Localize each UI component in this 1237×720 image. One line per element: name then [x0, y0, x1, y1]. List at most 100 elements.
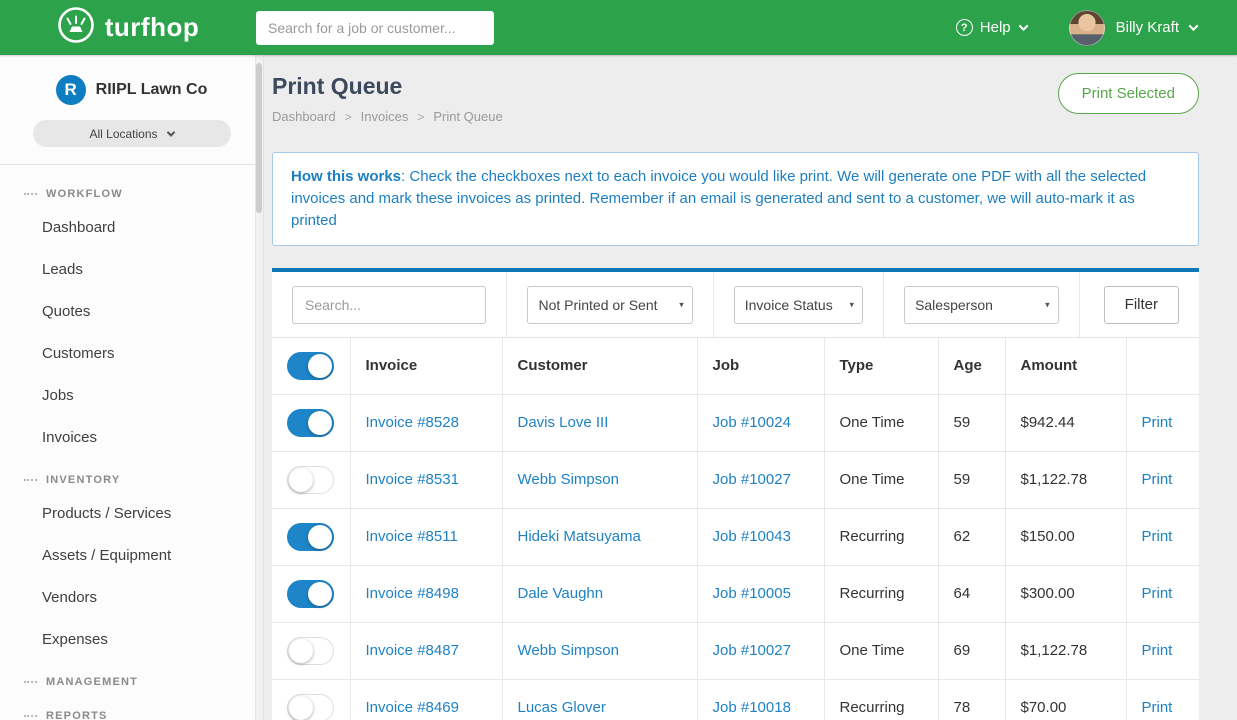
print-cell: Print: [1126, 451, 1199, 508]
row-select-cell: [272, 451, 350, 508]
job-link[interactable]: Job #10005: [713, 585, 791, 602]
customer-link[interactable]: Hideki Matsuyama: [518, 528, 641, 545]
select-value: Invoice Status: [745, 297, 833, 313]
section-dash-icon: [24, 681, 37, 683]
invoice-link[interactable]: Invoice #8498: [366, 585, 459, 602]
avatar[interactable]: [1069, 10, 1105, 46]
help-menu[interactable]: ? Help: [956, 19, 1027, 36]
info-title: How this works: [291, 168, 401, 185]
amount-cell: $300.00: [1005, 565, 1126, 622]
age-cell: 78: [938, 679, 1005, 720]
chevron-down-icon: [166, 128, 174, 136]
invoice-cell: Invoice #8498: [350, 565, 502, 622]
age-cell: 69: [938, 622, 1005, 679]
brand[interactable]: turfhop: [0, 6, 256, 49]
invoice-select-toggle[interactable]: [287, 409, 334, 437]
print-link[interactable]: Print: [1142, 699, 1173, 716]
job-link[interactable]: Job #10043: [713, 528, 791, 545]
customer-link[interactable]: Webb Simpson: [518, 642, 619, 659]
toggle-knob: [289, 639, 313, 663]
invoice-cell: Invoice #8511: [350, 508, 502, 565]
print-cell: Print: [1126, 679, 1199, 720]
invoice-select-toggle[interactable]: [287, 466, 334, 494]
sidebar-item-vendors[interactable]: Vendors: [0, 577, 263, 619]
sidebar-scrollbar[interactable]: [256, 63, 262, 213]
invoice-table-body: Invoice #8528Davis Love IIIJob #10024One…: [272, 394, 1199, 720]
invoice-link[interactable]: Invoice #8528: [366, 414, 459, 431]
customer-cell: Hideki Matsuyama: [502, 508, 697, 565]
header-customer: Customer: [502, 338, 697, 394]
toggle-knob: [289, 696, 313, 720]
section-label: WORKFLOW: [46, 188, 123, 200]
print-selected-button[interactable]: Print Selected: [1058, 73, 1199, 114]
print-link[interactable]: Print: [1142, 528, 1173, 545]
invoice-link[interactable]: Invoice #8511: [366, 528, 458, 545]
breadcrumb-dashboard[interactable]: Dashboard: [272, 109, 336, 124]
job-link[interactable]: Job #10024: [713, 414, 791, 431]
row-select-cell: [272, 394, 350, 451]
customer-link[interactable]: Dale Vaughn: [518, 585, 604, 602]
sidebar-item-assets-equipment[interactable]: Assets / Equipment: [0, 535, 263, 577]
customer-link[interactable]: Webb Simpson: [518, 471, 619, 488]
sidebar-section-reports: REPORTS: [0, 695, 263, 720]
breadcrumb: Dashboard > Invoices > Print Queue: [272, 109, 503, 124]
sidebar-item-quotes[interactable]: Quotes: [0, 291, 263, 333]
breadcrumb-invoices[interactable]: Invoices: [361, 109, 409, 124]
invoice-select-toggle[interactable]: [287, 523, 334, 551]
invoice-link[interactable]: Invoice #8469: [366, 699, 459, 716]
toggle-knob: [308, 354, 332, 378]
print-cell: Print: [1126, 622, 1199, 679]
header-actions: [1126, 338, 1199, 394]
print-link[interactable]: Print: [1142, 642, 1173, 659]
sidebar-item-invoices[interactable]: Invoices: [0, 417, 263, 459]
table-header-row: Invoice Customer Job Type Age Amount: [272, 338, 1199, 394]
chevron-down-icon[interactable]: [1189, 21, 1199, 31]
filter-select-invoice-status[interactable]: Invoice Status ▾: [734, 286, 863, 324]
invoice-link[interactable]: Invoice #8531: [366, 471, 459, 488]
table-row: Invoice #8498Dale VaughnJob #10005Recurr…: [272, 565, 1199, 622]
toggle-knob: [308, 525, 332, 549]
customer-link[interactable]: Davis Love III: [518, 414, 609, 431]
job-cell: Job #10027: [697, 622, 824, 679]
table-row: Invoice #8531Webb SimpsonJob #10027One T…: [272, 451, 1199, 508]
global-search-input[interactable]: [256, 11, 494, 45]
locations-dropdown[interactable]: All Locations: [33, 120, 231, 147]
customer-link[interactable]: Lucas Glover: [518, 699, 606, 716]
invoice-select-toggle[interactable]: [287, 694, 334, 720]
amount-cell: $942.44: [1005, 394, 1126, 451]
sidebar-item-jobs[interactable]: Jobs: [0, 375, 263, 417]
table-row: Invoice #8469Lucas GloverJob #10018Recur…: [272, 679, 1199, 720]
sidebar-item-leads[interactable]: Leads: [0, 249, 263, 291]
select-all-toggle[interactable]: [287, 352, 334, 380]
sidebar-item-products-services[interactable]: Products / Services: [0, 493, 263, 535]
caret-down-icon: ▾: [679, 299, 684, 310]
amount-cell: $1,122.78: [1005, 451, 1126, 508]
page-title: Print Queue: [272, 73, 503, 100]
job-cell: Job #10043: [697, 508, 824, 565]
invoice-cell: Invoice #8531: [350, 451, 502, 508]
job-link[interactable]: Job #10018: [713, 699, 791, 716]
sidebar-item-dashboard[interactable]: Dashboard: [0, 207, 263, 249]
invoice-link[interactable]: Invoice #8487: [366, 642, 459, 659]
invoice-cell: Invoice #8487: [350, 622, 502, 679]
print-link[interactable]: Print: [1142, 585, 1173, 602]
print-link[interactable]: Print: [1142, 471, 1173, 488]
brand-name: turfhop: [105, 12, 199, 43]
job-link[interactable]: Job #10027: [713, 471, 791, 488]
filter-button[interactable]: Filter: [1104, 286, 1179, 324]
invoice-select-toggle[interactable]: [287, 637, 334, 665]
print-link[interactable]: Print: [1142, 414, 1173, 431]
sidebar-item-expenses[interactable]: Expenses: [0, 619, 263, 661]
amount-cell: $1,122.78: [1005, 622, 1126, 679]
table-search-input[interactable]: [292, 286, 486, 324]
sidebar-item-customers[interactable]: Customers: [0, 333, 263, 375]
select-all-cell: [272, 338, 350, 394]
table-row: Invoice #8511Hideki MatsuyamaJob #10043R…: [272, 508, 1199, 565]
section-dash-icon: [24, 193, 37, 195]
filter-select-salesperson[interactable]: Salesperson ▾: [904, 286, 1059, 324]
invoice-select-toggle[interactable]: [287, 580, 334, 608]
row-select-cell: [272, 565, 350, 622]
filter-select-printed-status[interactable]: Not Printed or Sent ▾: [527, 286, 692, 324]
user-name[interactable]: Billy Kraft: [1116, 19, 1179, 36]
job-link[interactable]: Job #10027: [713, 642, 791, 659]
